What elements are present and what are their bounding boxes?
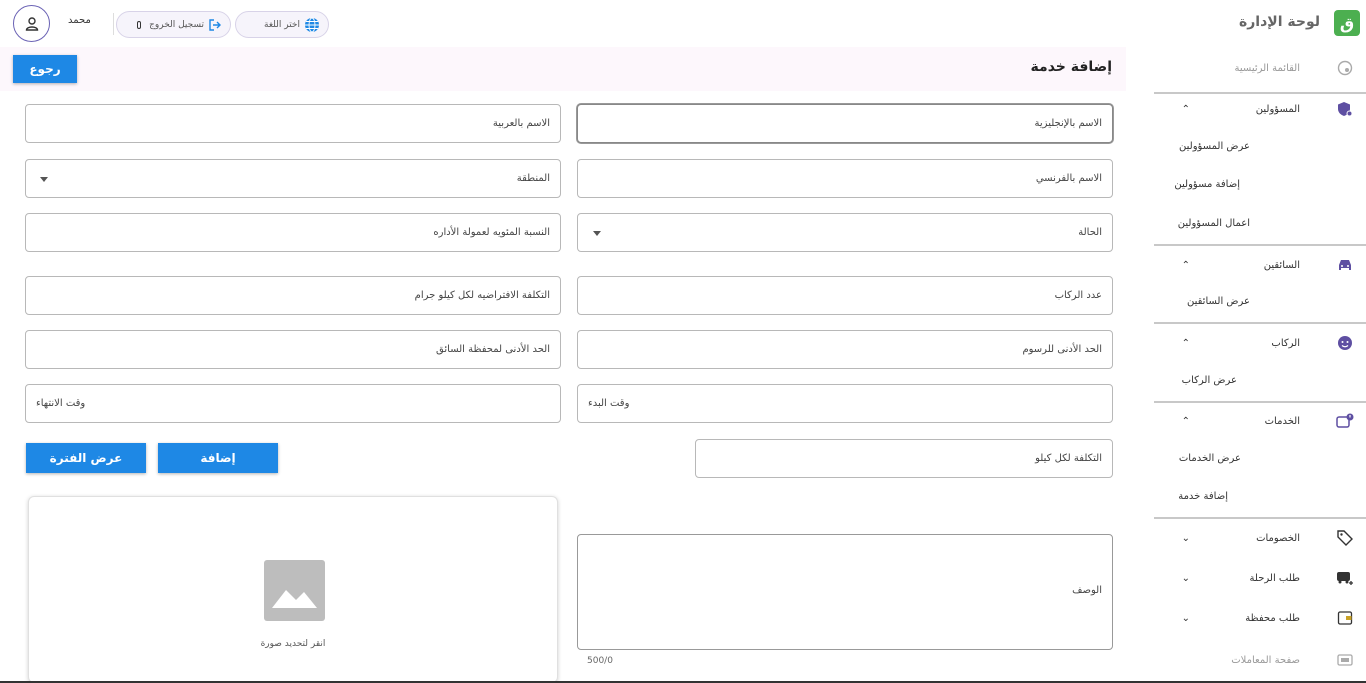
sidebar-label-discounts: الخصومات [1256,532,1300,544]
region-select[interactable]: المنطقة [25,159,561,198]
sidebar-item-discounts[interactable]: الخصومات ⌄ [1154,519,1366,557]
logout-button[interactable]: تسجيل الخروج [116,11,231,38]
char-counter: 500/0 [587,656,613,666]
face-icon [1336,334,1354,352]
cost-per-km-input[interactable]: التكلفة لكل كيلو [695,439,1113,478]
add-period-button[interactable]: إضافة [158,443,278,473]
show-period-button[interactable]: عرض الفترة [26,443,146,473]
sidebar-item-trip-request[interactable]: طلب الرحلة ⌄ [1154,559,1366,597]
admin-commission-placeholder: النسبة المئويه لعمولة الأداره [433,227,550,238]
content-header: إضافة خدمة رجوع [0,47,1126,91]
sidebar-item-riders[interactable]: الركاب ⌃ [1154,324,1366,362]
default-cost-kg-placeholder: التكلفة الافتراضيه لكل كيلو جرام [414,290,550,301]
name-en-input[interactable]: الاسم بالإنجليزية [577,104,1113,143]
sidebar-subitem-services-add[interactable]: إضافة خدمة [1178,491,1228,502]
logout-icon [208,18,222,32]
globe-icon [304,17,320,33]
user-avatar[interactable] [13,5,50,42]
name-ar-placeholder: الاسم بالعربية [492,118,550,129]
mic-icon [137,20,142,29]
sidebar-label-drivers: السائقين [1263,259,1300,271]
user-name: محمد [68,15,91,26]
chevron-down-icon: ⌄ [1181,572,1190,584]
passengers-placeholder: عدد الركاب [1054,290,1102,301]
end-time-input[interactable]: وقت الانتهاء [25,384,561,423]
name-en-placeholder: الاسم بالإنجليزية [1034,118,1102,129]
sidebar-item-admins[interactable]: المسؤولين ⌃ [1154,90,1366,128]
bus-add-icon [1336,569,1354,587]
dashboard-icon [1336,59,1354,77]
min-fees-input[interactable]: الحد الأدنى للرسوم [577,330,1113,369]
region-placeholder: المنطقة [516,173,550,184]
language-label: اختر اللغة [264,19,300,30]
sidebar-label-transactions: صفحة المعاملات [1231,654,1300,666]
services-alert-icon [1336,412,1354,430]
default-cost-kg-input[interactable]: التكلفة الافتراضيه لكل كيلو جرام [25,276,561,315]
sidebar-subitem-admins-add[interactable]: إضافة مسؤولين [1174,179,1240,190]
chevron-down-icon: ⌄ [1181,612,1190,624]
min-driver-wallet-input[interactable]: الحد الأدنى لمحفظة السائق [25,330,561,369]
admin-commission-input[interactable]: النسبة المئويه لعمولة الأداره [25,213,561,252]
transactions-icon [1336,651,1354,669]
passengers-input[interactable]: عدد الركاب [577,276,1113,315]
sidebar-label-home: القائمة الرئيسية [1234,62,1300,74]
sidebar: القائمة الرئيسية المسؤولين ⌃ عرض المسؤول… [1154,47,1366,683]
start-time-input[interactable]: وقت البدء [577,384,1113,423]
sidebar-label-wallet-request: طلب محفظة [1245,612,1300,624]
image-upload[interactable]: انقر لتحديد صورة [28,496,558,683]
image-caption: انقر لتحديد صورة [260,639,326,649]
sidebar-subitem-admins-view[interactable]: عرض المسؤولين [1179,141,1250,152]
sidebar-item-wallet-request[interactable]: طلب محفظة ⌄ [1154,599,1366,637]
description-textarea[interactable]: الوصف [577,534,1113,650]
sidebar-subitem-admins-actions[interactable]: اعمال المسؤولين [1178,218,1250,229]
wallet-icon [1336,609,1354,627]
status-select[interactable]: الحالة [577,213,1113,252]
sidebar-item-home[interactable]: القائمة الرئيسية [1154,49,1366,87]
min-driver-wallet-placeholder: الحد الأدنى لمحفظة السائق [436,344,550,355]
car-icon [1336,256,1354,274]
tag-icon [1336,529,1354,547]
chevron-up-icon: ⌃ [1181,337,1190,349]
back-button[interactable]: رجوع [13,55,77,83]
sidebar-item-drivers[interactable]: السائقين ⌃ [1154,246,1366,284]
status-placeholder: الحالة [1078,227,1102,238]
chevron-up-icon: ⌃ [1181,259,1190,271]
sidebar-item-services[interactable]: الخدمات ⌃ [1154,402,1366,440]
sidebar-subitem-services-view[interactable]: عرض الخدمات [1179,453,1241,464]
sidebar-label-services: الخدمات [1264,415,1300,427]
logout-label: تسجيل الخروج [149,19,204,30]
min-fees-placeholder: الحد الأدنى للرسوم [1022,344,1102,355]
app-logo: ق [1334,10,1360,36]
sidebar-subitem-drivers-view[interactable]: عرض السائقين [1187,296,1250,307]
chevron-up-icon: ⌃ [1181,415,1190,427]
top-bar: محمد تسجيل الخروج اختر اللغة لوحة الإدار… [0,0,1366,46]
language-selector[interactable]: اختر اللغة [235,11,329,38]
admin-shield-icon [1336,100,1354,118]
sidebar-item-transactions[interactable]: صفحة المعاملات [1154,641,1366,679]
sidebar-label-trip-request: طلب الرحلة [1249,572,1300,584]
sidebar-label-admins: المسؤولين [1255,103,1300,115]
description-placeholder: الوصف [1072,585,1102,596]
page-title: إضافة خدمة [1030,59,1112,75]
person-icon [25,16,38,31]
dropdown-arrow-icon [593,231,601,236]
header-divider [113,13,114,35]
cost-per-km-placeholder: التكلفة لكل كيلو [1035,453,1102,464]
app-title: لوحة الإدارة [1238,14,1320,30]
end-time-placeholder: وقت الانتهاء [36,398,86,409]
image-placeholder-icon [264,560,325,621]
chevron-up-icon: ⌃ [1181,103,1190,115]
sidebar-label-riders: الركاب [1271,337,1300,349]
name-fr-placeholder: الاسم بالفرنسي [1035,173,1102,184]
name-fr-input[interactable]: الاسم بالفرنسي [577,159,1113,198]
name-ar-input[interactable]: الاسم بالعربية [25,104,561,143]
chevron-down-icon: ⌄ [1181,532,1190,544]
sidebar-subitem-riders-view[interactable]: عرض الركاب [1182,375,1237,386]
dropdown-arrow-icon [40,177,48,182]
start-time-placeholder: وقت البدء [588,398,630,409]
